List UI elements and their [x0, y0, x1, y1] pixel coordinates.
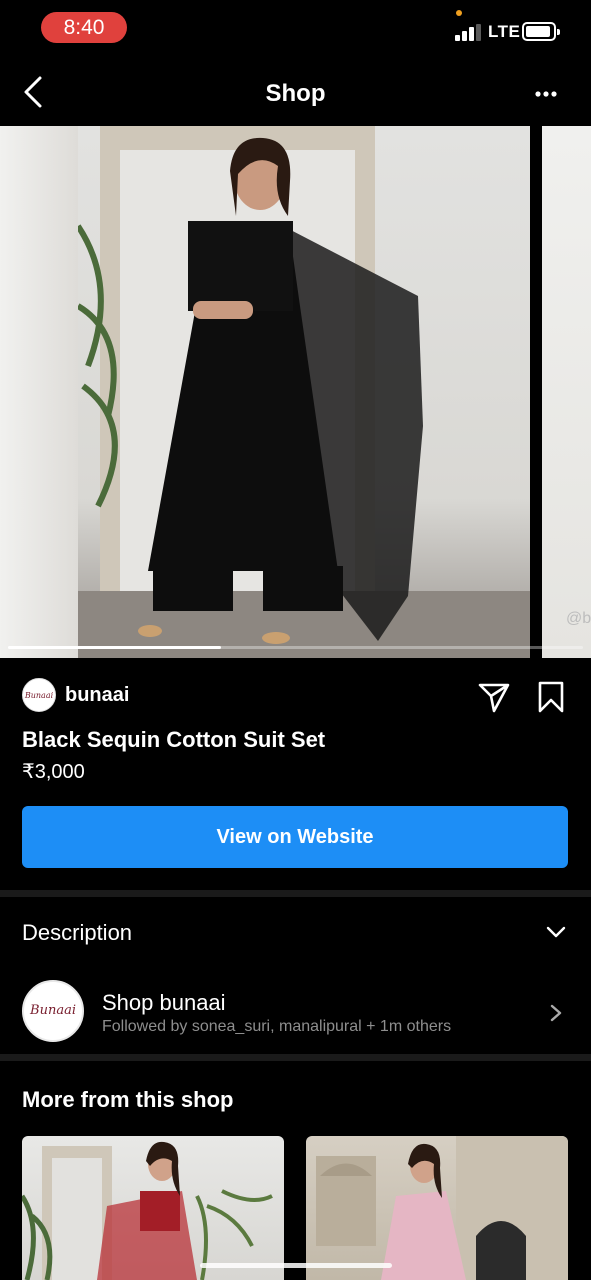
product-photo — [78, 126, 530, 658]
shop-name: Shop bunaai — [102, 990, 226, 1015]
more-from-shop-title: More from this shop — [22, 1087, 234, 1112]
more-options-button[interactable] — [526, 80, 566, 108]
carousel-previous-image — [0, 126, 78, 658]
nav-bar: Shop — [0, 62, 591, 126]
page-title: Shop — [265, 80, 326, 107]
status-bar: 8:40 LTE — [0, 0, 591, 58]
share-button[interactable] — [477, 680, 511, 714]
seller-avatar[interactable]: Bunaai — [22, 678, 56, 712]
shop-followed-by: Followed by sonea_suri, manalipural + 1m… — [102, 1018, 452, 1035]
chevron-down-icon — [546, 926, 566, 938]
shop-avatar: Bunaai — [22, 980, 84, 1042]
save-button[interactable] — [536, 680, 566, 714]
description-label: Description — [22, 920, 133, 945]
carousel-progress-bar — [8, 646, 583, 649]
carousel-progress-fill — [8, 646, 221, 649]
view-on-website-button[interactable]: View on Website — [22, 806, 568, 868]
signal-icon — [455, 24, 481, 41]
product-price: ₹3,000 — [22, 761, 85, 783]
product-image-carousel[interactable]: @b — [0, 126, 591, 658]
shop-avatar-logo: Bunaai — [30, 1003, 76, 1018]
section-divider — [0, 1054, 591, 1061]
send-icon — [478, 683, 510, 713]
more-horizontal-icon — [535, 91, 557, 97]
product-thumbnail-image — [22, 1141, 273, 1280]
section-divider — [0, 890, 591, 897]
bookmark-icon — [538, 681, 564, 713]
chevron-right-icon — [550, 1004, 562, 1022]
home-indicator[interactable] — [200, 1263, 392, 1268]
battery-icon — [522, 22, 560, 41]
seller-name[interactable]: bunaai — [65, 684, 129, 707]
seller-avatar-logo: Bunaai — [24, 691, 54, 700]
description-toggle[interactable]: Description — [0, 902, 591, 962]
product-thumbnail[interactable] — [22, 1136, 284, 1280]
status-time: 8:40 — [41, 12, 127, 43]
carousel-next-image[interactable] — [542, 126, 591, 658]
product-thumbnail-image — [316, 1136, 568, 1280]
camera-indicator-icon — [456, 10, 462, 16]
shop-link-row[interactable]: Bunaai Shop bunaai Followed by sonea_sur… — [0, 974, 591, 1050]
product-image[interactable] — [78, 126, 530, 658]
network-type: LTE — [488, 22, 521, 41]
product-thumbnail[interactable] — [306, 1136, 568, 1280]
product-title: Black Sequin Cotton Suit Set — [22, 727, 326, 752]
image-watermark: @b — [566, 610, 591, 627]
seller-row: Bunaai bunaai — [22, 678, 569, 714]
